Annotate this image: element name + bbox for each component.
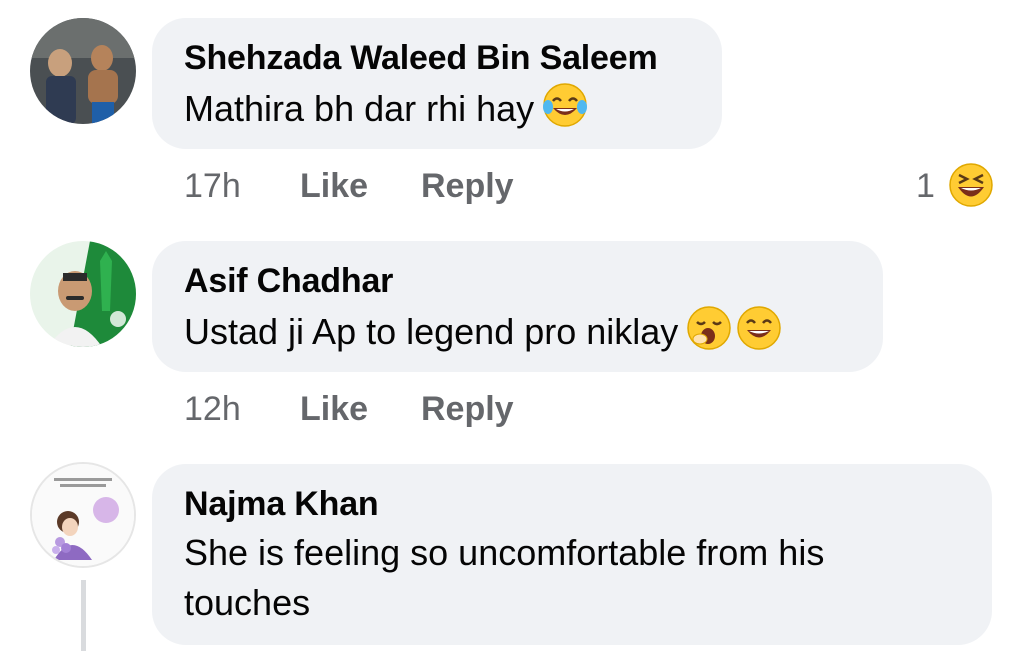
avatar-illustration-icon bbox=[32, 464, 134, 566]
comment-bubble: Najma Khan She is feeling so uncomfortab… bbox=[152, 464, 992, 645]
laughing-squint-emoji-icon bbox=[948, 162, 994, 217]
comment-author[interactable]: Asif Chadhar bbox=[184, 261, 851, 301]
comment-author[interactable]: Shehzada Waleed Bin Saleem bbox=[184, 38, 690, 78]
like-button[interactable]: Like bbox=[300, 389, 368, 429]
comment-actions: 17h Like Reply bbox=[184, 166, 584, 206]
comment-text: Ustad ji Ap to legend pro niklay bbox=[184, 305, 851, 364]
comment-actions: 12h Like Reply bbox=[184, 389, 584, 429]
comment-thread: Shehzada Waleed Bin Saleem Mathira bh da… bbox=[0, 0, 1024, 651]
reply-button[interactable]: Reply bbox=[421, 389, 514, 429]
comment-bubble: Shehzada Waleed Bin Saleem Mathira bh da… bbox=[152, 18, 722, 149]
grinning-squint-emoji-icon bbox=[736, 305, 782, 364]
reply-thread-line bbox=[81, 580, 86, 651]
avatar[interactable] bbox=[30, 241, 136, 347]
avatar-photo-icon bbox=[30, 241, 136, 347]
like-button[interactable]: Like bbox=[300, 166, 368, 206]
tears-of-joy-emoji-icon bbox=[542, 82, 588, 141]
comment-timestamp[interactable]: 17h bbox=[184, 166, 241, 206]
comment-timestamp[interactable]: 12h bbox=[184, 389, 241, 429]
comment-text: Mathira bh dar rhi hay bbox=[184, 82, 690, 141]
yawning-emoji-icon bbox=[686, 305, 732, 364]
comment-body: Ustad ji Ap to legend pro niklay bbox=[184, 311, 679, 353]
comment-bubble: Asif Chadhar Ustad ji Ap to legend pro n… bbox=[152, 241, 883, 372]
reply-button[interactable]: Reply bbox=[421, 166, 514, 206]
avatar[interactable] bbox=[30, 18, 136, 124]
avatar-photo-icon bbox=[30, 18, 136, 124]
comment-body: She is feeling so uncomfortable from his… bbox=[184, 532, 825, 623]
comment-author[interactable]: Najma Khan bbox=[184, 484, 960, 524]
avatar[interactable] bbox=[30, 462, 136, 568]
comment-body: Mathira bh dar rhi hay bbox=[184, 88, 535, 130]
reaction-count: 1 bbox=[916, 167, 935, 205]
